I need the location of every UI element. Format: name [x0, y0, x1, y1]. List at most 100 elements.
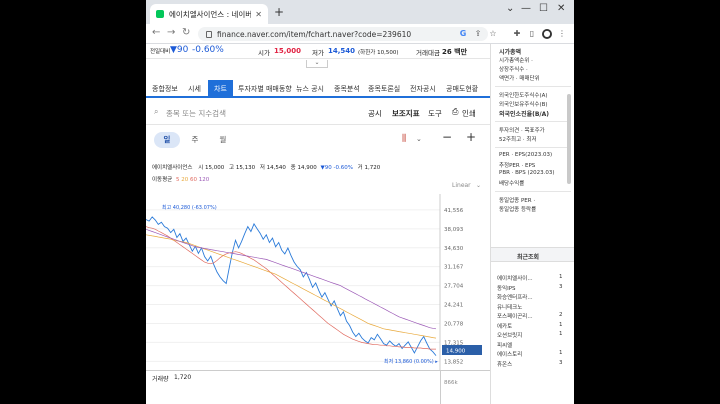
y-tick-label: 34,630: [444, 246, 464, 252]
tab-discussion[interactable]: 종목토론실: [368, 84, 400, 94]
listed-shares: 상장주식수 ·: [499, 67, 528, 73]
recent-item-count: 1: [559, 331, 563, 337]
symbol-search-input[interactable]: 종목 또는 지수검색: [166, 108, 226, 119]
tab-analysis[interactable]: 종목분석: [334, 84, 360, 94]
chart-close: 14,900: [297, 165, 317, 171]
recent-item-count: 2: [559, 312, 563, 318]
sidebar-divider: [495, 191, 571, 192]
scale-selector[interactable]: Linear: [452, 182, 471, 189]
recent-title: 최근조회: [517, 254, 540, 261]
forward-icon[interactable]: →: [167, 27, 175, 38]
recent-item[interactable]: 유니테크노: [497, 303, 522, 311]
low-value: 14,540: [328, 47, 356, 55]
minimize-button[interactable]: —: [521, 3, 531, 14]
lower-limit: (하한가 10,500): [358, 50, 399, 56]
close-tab-icon[interactable]: ✕: [255, 10, 262, 19]
grid-lines: [146, 209, 440, 362]
tab-news[interactable]: 뉴스 공시: [296, 84, 324, 94]
url-field[interactable]: finance.naver.com/item/fchart.naver?code…: [198, 27, 488, 41]
tab-price[interactable]: 시세: [188, 84, 201, 94]
price-chart[interactable]: 41,556 38,093 34,630 31,167 27,704 24,241 20,7…: [146, 194, 490, 370]
company-info-sidebar: 시가총액 시가총액순위 · 상장주식수 · 액면가 · 매매단위 외국인한도주식…: [490, 44, 574, 404]
collapse-toggle[interactable]: ⌄: [306, 60, 328, 68]
week52-range: 52주최고 · 최저: [499, 137, 537, 143]
foreign-held: 외국인보유주식수(B): [499, 102, 548, 108]
print-button[interactable]: 인쇄: [462, 108, 476, 119]
market-cap-label: 시가총액: [499, 49, 522, 56]
sidepanel-icon[interactable]: ▯: [527, 29, 537, 39]
foreign-limit: 외국인한도주식수(A): [499, 93, 548, 99]
disclosure-tool[interactable]: 공시: [368, 108, 382, 119]
period-month[interactable]: 월: [210, 132, 236, 148]
y-tick-label: 31,167: [444, 265, 464, 271]
zoom-out-button[interactable]: −: [442, 130, 452, 144]
maximize-button[interactable]: ☐: [539, 3, 548, 14]
reload-icon[interactable]: ↻: [182, 27, 190, 38]
recent-item[interactable]: 에이스토리: [497, 350, 522, 358]
browser-tab[interactable]: 에이치엘사이언스 : 네이버 증권 ✕: [150, 4, 268, 24]
est-per-eps: 추정PER · EPS: [499, 163, 536, 169]
share-icon[interactable]: ⇪: [473, 29, 483, 39]
recent-item[interactable]: 에카토: [497, 322, 512, 330]
chart-high: 15,130: [235, 165, 256, 171]
profile-avatar-icon[interactable]: ●: [542, 29, 552, 39]
tab-disclosure[interactable]: 전자공시: [410, 84, 436, 94]
chart-low: 14,540: [266, 165, 286, 171]
chart-type-dropdown-icon[interactable]: ⌄: [416, 135, 422, 143]
recent-item-count: 1: [559, 274, 563, 280]
open-label: 시가: [258, 49, 270, 57]
tab-short-selling[interactable]: 공매도현황: [446, 84, 478, 94]
bookmark-star-icon[interactable]: ☆: [488, 29, 498, 39]
recent-item[interactable]: 휴온스: [497, 360, 512, 368]
opinion-target: 투자의견 · 목표주가: [499, 128, 545, 134]
low-label: 저가: [312, 49, 324, 57]
google-icon[interactable]: G: [458, 29, 468, 39]
y-tick-label: 27,704: [444, 284, 464, 290]
candle-type-icon[interactable]: ⫼: [402, 134, 406, 144]
tab-overview[interactable]: 종합정보: [152, 84, 178, 94]
recent-item[interactable]: 화승엔터프라...: [497, 293, 533, 301]
back-icon[interactable]: ←: [152, 27, 160, 38]
tab-investor[interactable]: 투자자별 매매동향: [238, 84, 292, 94]
y-tick-label: 24,241: [444, 303, 463, 309]
ma-5: 5: [176, 177, 180, 183]
extensions-icon[interactable]: ✚: [512, 29, 522, 39]
per-eps: PER · EPS(2023.03): [499, 152, 553, 158]
url-text: finance.naver.com/item/fchart.naver?code…: [217, 29, 412, 39]
sidebar-divider: [495, 147, 571, 148]
zoom-in-button[interactable]: +: [466, 130, 476, 144]
recent-item[interactable]: 피씨엘: [497, 341, 512, 349]
sidebar-scrollbar[interactable]: [567, 94, 571, 184]
menu-icon[interactable]: ⋮: [557, 29, 567, 39]
sector-per: 동일업종 PER ·: [499, 198, 536, 204]
chart-info-line: 에이치엘사이언스 시 15,000 고 15,130 저 14,540 종 14…: [152, 163, 488, 173]
tab-chart[interactable]: 차트: [208, 80, 233, 98]
tab-search-icon[interactable]: ⌄: [506, 3, 514, 14]
recent-item[interactable]: 에이치엘사이...: [497, 274, 533, 282]
price-series-line: [146, 216, 437, 356]
close-window-button[interactable]: ✕: [557, 3, 565, 14]
print-icon[interactable]: ⎙: [452, 107, 458, 117]
scale-dropdown-icon[interactable]: ⌄: [476, 182, 481, 189]
chart-open: 15,000: [205, 165, 225, 171]
current-price-text: 14,900: [446, 349, 466, 355]
period-day[interactable]: 일: [154, 132, 180, 148]
recent-item[interactable]: 오션브릿지: [497, 331, 522, 339]
ma-60: 60: [190, 177, 197, 183]
indicator-tool[interactable]: 보조지표: [392, 108, 420, 119]
pbr-bps: PBR · BPS (2023.03): [499, 170, 555, 176]
dividend-yield: 배당수익률: [499, 181, 525, 187]
sidebar-divider: [495, 121, 571, 122]
page-content: 전일대비 ▼90 -0.60% 시가 15,000 저가 14,540 (하한가…: [146, 44, 574, 404]
par-value: 액면가 · 매매단위: [499, 76, 540, 82]
drawing-tool[interactable]: 도구: [428, 108, 442, 119]
recent-item[interactable]: 동익IPS: [497, 284, 516, 292]
new-tab-button[interactable]: +: [274, 5, 284, 19]
prev-label: 전일대비: [150, 49, 171, 55]
period-week[interactable]: 주: [182, 132, 208, 148]
max-price-label: 최고 40,280 (-63.07%): [162, 204, 217, 211]
recent-item[interactable]: 포스페이곤리...: [497, 312, 533, 320]
current-price-tag: 14,900: [442, 345, 482, 355]
recent-item-count: 3: [559, 283, 563, 290]
series-layer: [146, 216, 437, 356]
